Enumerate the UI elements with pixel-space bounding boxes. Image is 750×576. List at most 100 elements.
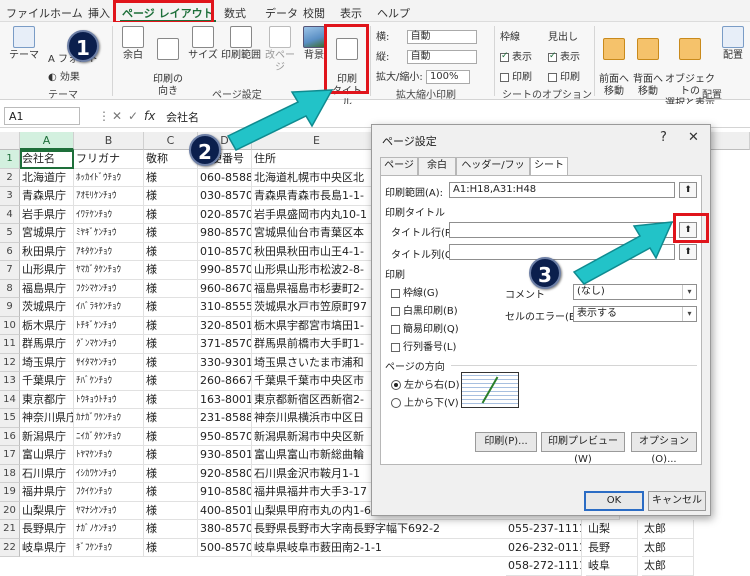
table-cell[interactable]: ﾌｸｲｹﾝﾁｮｳ xyxy=(74,483,144,502)
table-cell[interactable]: 岐阜県庁 xyxy=(20,538,74,557)
table-cell[interactable]: 福井県庁 xyxy=(20,483,74,502)
row-header[interactable]: 13 xyxy=(0,372,20,391)
print-area-button[interactable]: 印刷範囲 xyxy=(220,26,262,62)
table-cell[interactable]: 様 xyxy=(144,409,198,428)
table-cell[interactable]: 950-8570 xyxy=(198,427,252,446)
table-cell[interactable]: ｷﾞﾌｹﾝﾁｮｳ xyxy=(74,538,144,557)
tab-margins[interactable]: 余白 xyxy=(418,157,456,175)
table-cell[interactable]: 長野 xyxy=(586,538,638,557)
table-cell[interactable]: 群馬県庁 xyxy=(20,335,74,354)
table-cell[interactable]: 060-8588 xyxy=(198,168,252,187)
table-cell[interactable]: 様 xyxy=(144,538,198,557)
table-cell[interactable]: 058-272-1111 xyxy=(506,557,582,576)
table-cell[interactable]: 910-8580 xyxy=(198,483,252,502)
send-backward-button[interactable]: 背面へ 移動 xyxy=(632,26,664,98)
table-cell[interactable]: 千葉県庁 xyxy=(20,372,74,391)
table-cell[interactable]: ｶﾅｶﾞﾜｹﾝﾁｮｳ xyxy=(74,409,144,428)
table-cell[interactable]: 990-8570 xyxy=(198,261,252,280)
table-cell[interactable]: 055-237-1111 xyxy=(506,520,582,539)
row-header[interactable]: 10 xyxy=(0,316,20,335)
table-cell[interactable]: 様 xyxy=(144,464,198,483)
row-header[interactable]: 11 xyxy=(0,335,20,354)
name-box[interactable]: A1 xyxy=(4,107,80,125)
tab-sheet[interactable]: シート xyxy=(530,157,568,176)
table-cell[interactable]: 231-8588 xyxy=(198,409,252,428)
table-cell[interactable]: ｲﾊﾞﾗｷｹﾝﾁｮｳ xyxy=(74,298,144,317)
table-cell[interactable]: 様 xyxy=(144,316,198,335)
table-cell[interactable]: 岩手県庁 xyxy=(20,205,74,224)
row-header[interactable]: 16 xyxy=(0,427,20,446)
table-cell[interactable]: 様 xyxy=(144,242,198,261)
headings-checkbox[interactable]: 行列番号(L) xyxy=(391,338,456,353)
formula-input[interactable]: 会社名 xyxy=(166,109,199,125)
table-cell[interactable]: ﾄｳｷｮｳﾄﾁｮｳ xyxy=(74,390,144,409)
table-cell[interactable]: 富山県庁 xyxy=(20,446,74,465)
menu-insert[interactable]: 挿入 xyxy=(88,5,110,21)
table-cell[interactable]: 様 xyxy=(144,261,198,280)
row-header[interactable]: 20 xyxy=(0,501,20,520)
print-button[interactable]: 印刷(P)... xyxy=(475,432,537,452)
row-header[interactable]: 2 xyxy=(0,168,20,187)
row-header[interactable]: 6 xyxy=(0,242,20,261)
table-cell[interactable]: 様 xyxy=(144,501,198,520)
table-cell[interactable]: 980-8570 xyxy=(198,224,252,243)
table-cell[interactable]: 太郎 xyxy=(642,557,694,576)
print-area-field[interactable]: A1:H18,A31:H48 xyxy=(449,182,675,198)
table-cell[interactable]: 長野県庁 xyxy=(20,520,74,539)
table-cell[interactable]: ﾔﾏﾅｼｹﾝﾁｮｳ xyxy=(74,501,144,520)
row-header[interactable]: 19 xyxy=(0,483,20,502)
width-select[interactable]: 自動 xyxy=(406,30,477,44)
table-cell[interactable]: 920-8580 xyxy=(198,464,252,483)
table-cell[interactable]: ｲｼｶﾜｹﾝﾁｮｳ xyxy=(74,464,144,483)
over-then-down-radio[interactable]: 上から下(V) xyxy=(391,394,459,409)
table-cell[interactable]: 太郎 xyxy=(642,520,694,539)
options-button[interactable]: オプション(O)... xyxy=(631,432,697,465)
table-cell[interactable]: ｱｵﾓﾘｹﾝﾁｮｳ xyxy=(74,187,144,206)
row-header[interactable]: 8 xyxy=(0,279,20,298)
menu-formulas[interactable]: 数式 xyxy=(224,5,246,21)
table-cell[interactable]: 様 xyxy=(144,298,198,317)
table-cell[interactable]: 神奈川県庁 xyxy=(20,409,74,428)
menu-home[interactable]: ホーム xyxy=(50,5,83,21)
height-select[interactable]: 自動 xyxy=(406,50,477,64)
row-header[interactable]: 3 xyxy=(0,187,20,206)
table-cell[interactable]: 様 xyxy=(144,205,198,224)
table-cell[interactable]: 埼玉県庁 xyxy=(20,353,74,372)
cancel-icon[interactable]: ✕ xyxy=(112,109,122,123)
scale-input[interactable]: 100% xyxy=(425,70,470,84)
align-button[interactable]: 配置 xyxy=(718,26,748,62)
table-cell[interactable]: ﾄﾔﾏｹﾝﾁｮｳ xyxy=(74,446,144,465)
row-header[interactable]: 15 xyxy=(0,409,20,428)
table-cell[interactable]: 030-8570 xyxy=(198,187,252,206)
table-cell[interactable]: 026-232-0111 xyxy=(506,538,582,557)
table-cell[interactable]: ﾅｶﾞﾉｹﾝﾁｮｳ xyxy=(74,520,144,539)
table-cell[interactable]: 163-8001 xyxy=(198,390,252,409)
gridlines-print-check[interactable]: 印刷 xyxy=(500,68,532,83)
row-header[interactable]: 4 xyxy=(0,205,20,224)
table-cell[interactable]: 様 xyxy=(144,520,198,539)
menu-file[interactable]: ファイル xyxy=(6,5,50,21)
row-header[interactable]: 14 xyxy=(0,390,20,409)
table-cell[interactable]: ｸﾞﾝﾏｹﾝﾁｮｳ xyxy=(74,335,144,354)
close-icon[interactable]: ✕ xyxy=(688,130,699,145)
table-cell[interactable]: 400-8501 xyxy=(198,501,252,520)
print-preview-button[interactable]: 印刷プレビュー(W) xyxy=(541,432,625,465)
down-then-over-radio[interactable]: 左から右(D) xyxy=(391,376,460,391)
bring-forward-button[interactable]: 前面へ 移動 xyxy=(598,26,630,98)
gridlines-checkbox[interactable]: 枠線(G) xyxy=(391,284,439,299)
orientation-button[interactable]: 印刷の 向き xyxy=(150,26,186,98)
table-cell[interactable]: 320-8501 xyxy=(198,316,252,335)
cancel-button[interactable]: キャンセル xyxy=(648,491,706,511)
table-cell[interactable]: ﾁﾊﾞｹﾝﾁｮｳ xyxy=(74,372,144,391)
table-cell[interactable]: 371-8570 xyxy=(198,335,252,354)
fx-icon[interactable]: fx xyxy=(144,109,155,123)
table-cell[interactable]: 様 xyxy=(144,187,198,206)
table-cell[interactable]: 様 xyxy=(144,335,198,354)
column-header-b[interactable]: B xyxy=(74,132,144,150)
table-cell[interactable]: 秋田県庁 xyxy=(20,242,74,261)
collapse-icon[interactable]: ⬆ xyxy=(679,182,697,198)
table-cell[interactable]: 様 xyxy=(144,168,198,187)
table-cell[interactable]: 330-9301 xyxy=(198,353,252,372)
breaks-button[interactable]: 改ページ xyxy=(262,26,298,74)
cell-errors-select[interactable]: 表示する ▾ xyxy=(573,306,697,322)
